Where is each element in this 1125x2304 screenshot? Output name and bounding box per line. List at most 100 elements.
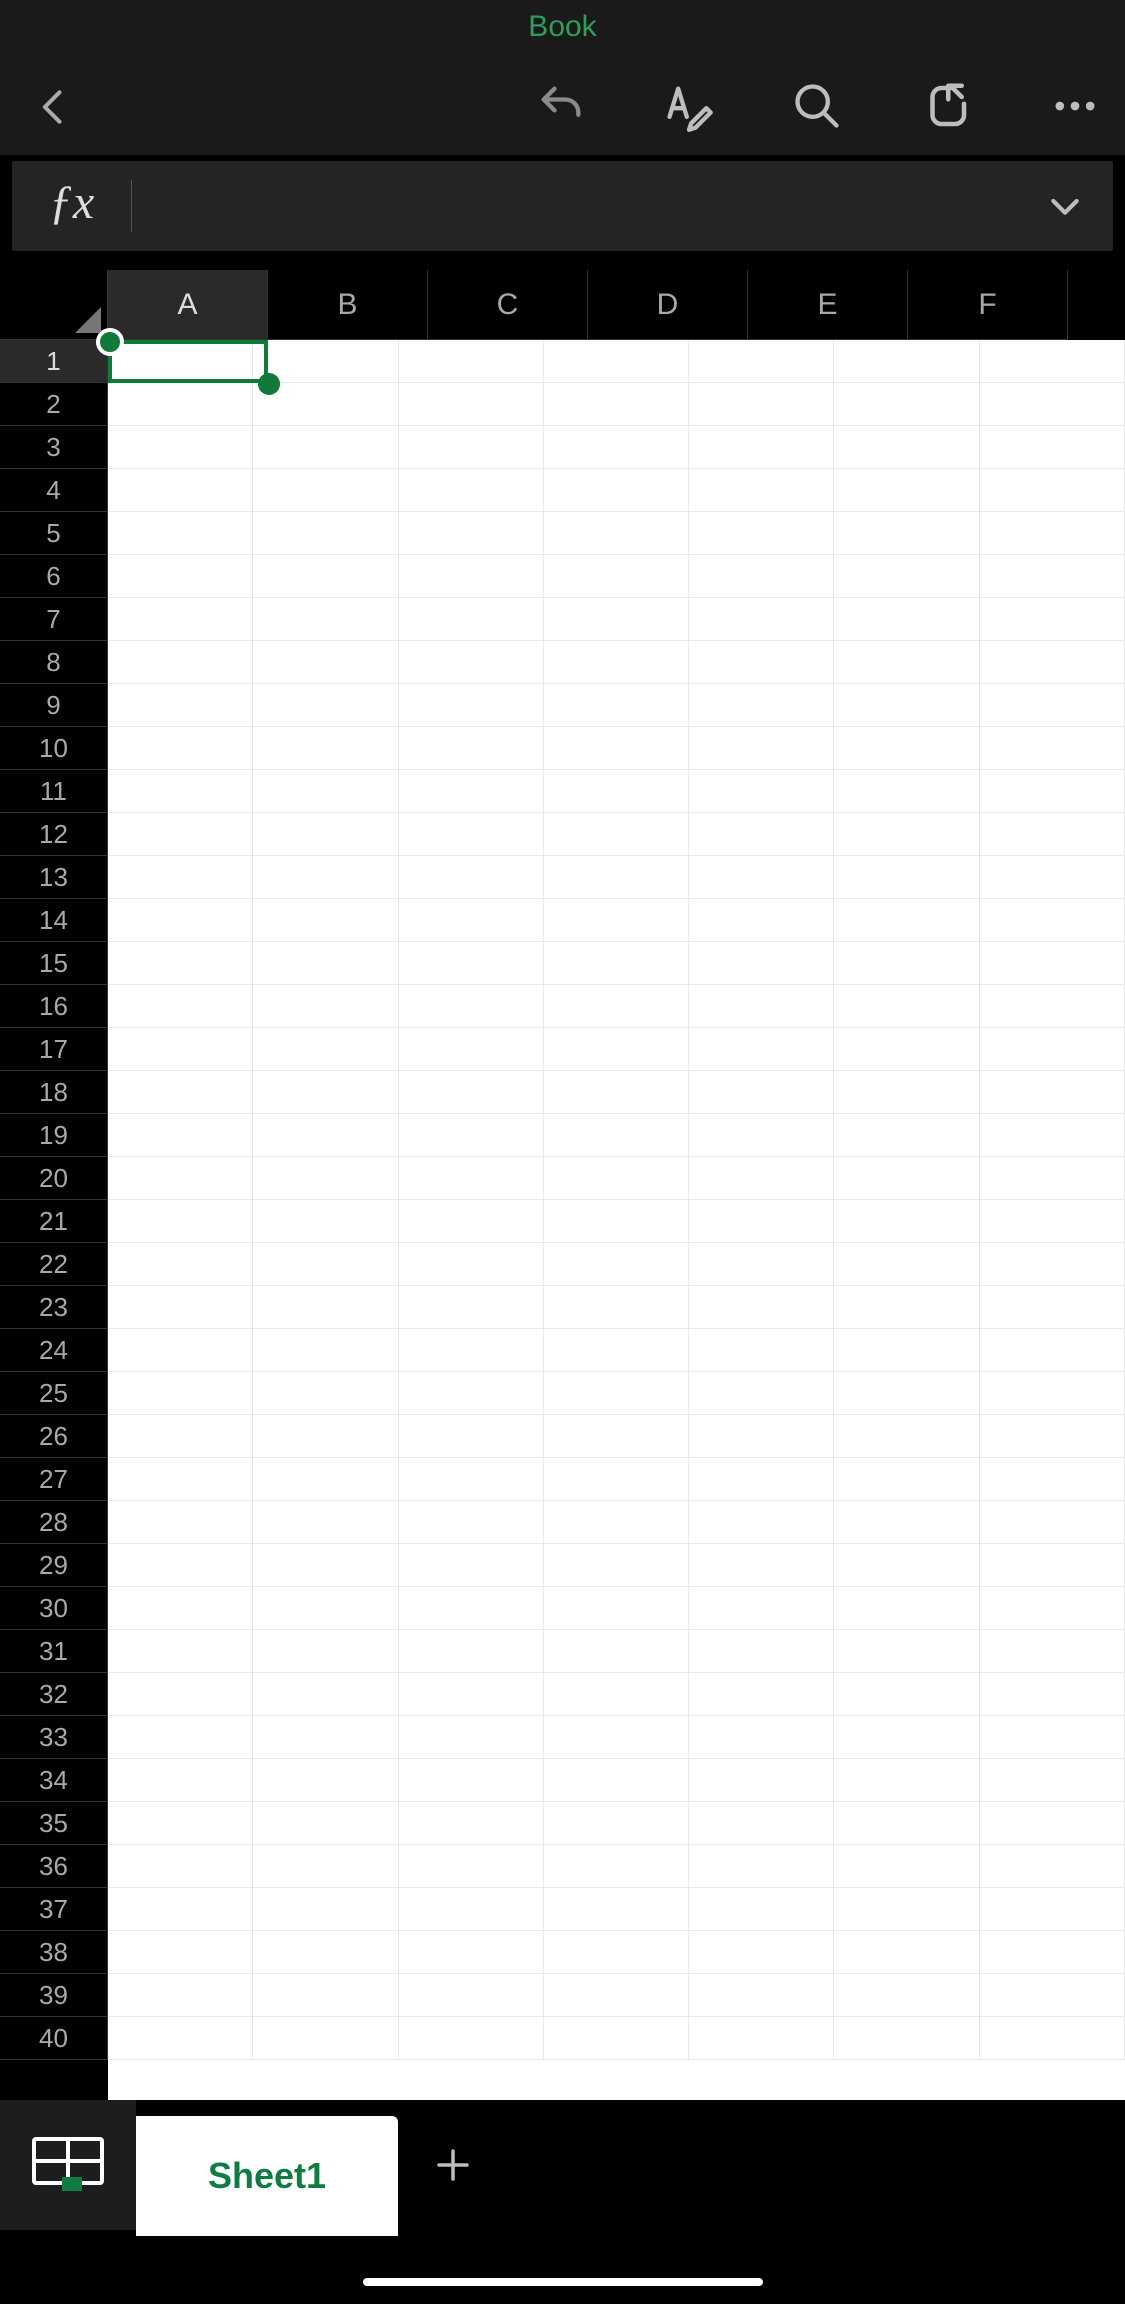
- cell[interactable]: [980, 1114, 1125, 1157]
- cell[interactable]: [253, 899, 398, 942]
- cell[interactable]: [544, 426, 689, 469]
- cell[interactable]: [980, 727, 1125, 770]
- column-header[interactable]: A: [108, 270, 268, 340]
- cell[interactable]: [253, 641, 398, 684]
- cell[interactable]: [689, 942, 834, 985]
- cell[interactable]: [108, 469, 253, 512]
- cell[interactable]: [980, 1157, 1125, 1200]
- cell[interactable]: [108, 1630, 253, 1673]
- cell[interactable]: [544, 598, 689, 641]
- cell[interactable]: [544, 1845, 689, 1888]
- cell[interactable]: [834, 641, 979, 684]
- cell[interactable]: [108, 1157, 253, 1200]
- cell[interactable]: [253, 1845, 398, 1888]
- cell[interactable]: [689, 1200, 834, 1243]
- cell[interactable]: [834, 1200, 979, 1243]
- cell[interactable]: [108, 985, 253, 1028]
- cell[interactable]: [544, 1759, 689, 1802]
- row-header[interactable]: 5: [0, 512, 108, 555]
- cell[interactable]: [108, 1716, 253, 1759]
- search-icon[interactable]: [791, 80, 843, 132]
- row-header[interactable]: 22: [0, 1243, 108, 1286]
- cell[interactable]: [544, 770, 689, 813]
- cell[interactable]: [544, 383, 689, 426]
- row-header[interactable]: 4: [0, 469, 108, 512]
- cell[interactable]: [253, 1974, 398, 2017]
- cell[interactable]: [544, 1458, 689, 1501]
- cell[interactable]: [980, 1501, 1125, 1544]
- cell[interactable]: [980, 641, 1125, 684]
- cell[interactable]: [108, 1974, 253, 2017]
- row-header[interactable]: 28: [0, 1501, 108, 1544]
- cell[interactable]: [544, 899, 689, 942]
- cell[interactable]: [108, 426, 253, 469]
- row-header[interactable]: 3: [0, 426, 108, 469]
- row-header[interactable]: 32: [0, 1673, 108, 1716]
- cell[interactable]: [253, 1243, 398, 1286]
- cell[interactable]: [980, 899, 1125, 942]
- cell[interactable]: [544, 1114, 689, 1157]
- cell[interactable]: [980, 1888, 1125, 1931]
- cell[interactable]: [980, 1931, 1125, 1974]
- cell[interactable]: [834, 1759, 979, 1802]
- cell[interactable]: [689, 1888, 834, 1931]
- cell[interactable]: [399, 1200, 544, 1243]
- cell[interactable]: [253, 1673, 398, 1716]
- select-all-button[interactable]: [0, 270, 108, 340]
- sheet-tab[interactable]: Sheet1: [136, 2116, 398, 2236]
- row-header[interactable]: 21: [0, 1200, 108, 1243]
- cell[interactable]: [544, 1329, 689, 1372]
- cell[interactable]: [834, 1974, 979, 2017]
- cell[interactable]: [834, 1157, 979, 1200]
- cell[interactable]: [399, 684, 544, 727]
- cell[interactable]: [834, 1458, 979, 1501]
- cell[interactable]: [253, 1329, 398, 1372]
- cell[interactable]: [834, 1071, 979, 1114]
- cell[interactable]: [689, 1845, 834, 1888]
- cell[interactable]: [108, 1845, 253, 1888]
- cell[interactable]: [108, 1544, 253, 1587]
- cell[interactable]: [399, 1974, 544, 2017]
- cell[interactable]: [980, 1372, 1125, 1415]
- cell[interactable]: [108, 942, 253, 985]
- cell[interactable]: [689, 1372, 834, 1415]
- cell[interactable]: [980, 1200, 1125, 1243]
- cell[interactable]: [399, 1286, 544, 1329]
- cell[interactable]: [108, 1329, 253, 1372]
- cell[interactable]: [399, 1630, 544, 1673]
- cell[interactable]: [108, 1372, 253, 1415]
- cell[interactable]: [544, 1071, 689, 1114]
- cell[interactable]: [544, 1802, 689, 1845]
- view-toggle-button[interactable]: [0, 2100, 136, 2230]
- cell[interactable]: [980, 1028, 1125, 1071]
- cell[interactable]: [399, 727, 544, 770]
- cell[interactable]: [689, 1071, 834, 1114]
- cell[interactable]: [689, 641, 834, 684]
- cell[interactable]: [834, 727, 979, 770]
- cell[interactable]: [980, 1845, 1125, 1888]
- cell[interactable]: [399, 598, 544, 641]
- cell[interactable]: [253, 1372, 398, 1415]
- cell[interactable]: [689, 684, 834, 727]
- cell[interactable]: [689, 1802, 834, 1845]
- cell[interactable]: [399, 1329, 544, 1372]
- cell[interactable]: [108, 641, 253, 684]
- cell[interactable]: [253, 340, 398, 383]
- cell[interactable]: [253, 512, 398, 555]
- cell[interactable]: [834, 383, 979, 426]
- cell[interactable]: [399, 985, 544, 1028]
- row-header[interactable]: 38: [0, 1931, 108, 1974]
- cell[interactable]: [834, 1028, 979, 1071]
- cell[interactable]: [834, 1372, 979, 1415]
- row-header[interactable]: 11: [0, 770, 108, 813]
- cell[interactable]: [834, 2017, 979, 2060]
- cell[interactable]: [253, 555, 398, 598]
- cell[interactable]: [399, 1716, 544, 1759]
- cell[interactable]: [253, 1931, 398, 1974]
- cell[interactable]: [544, 985, 689, 1028]
- cell[interactable]: [544, 1243, 689, 1286]
- cell[interactable]: [399, 1071, 544, 1114]
- cell[interactable]: [834, 856, 979, 899]
- row-header[interactable]: 25: [0, 1372, 108, 1415]
- cell[interactable]: [980, 1716, 1125, 1759]
